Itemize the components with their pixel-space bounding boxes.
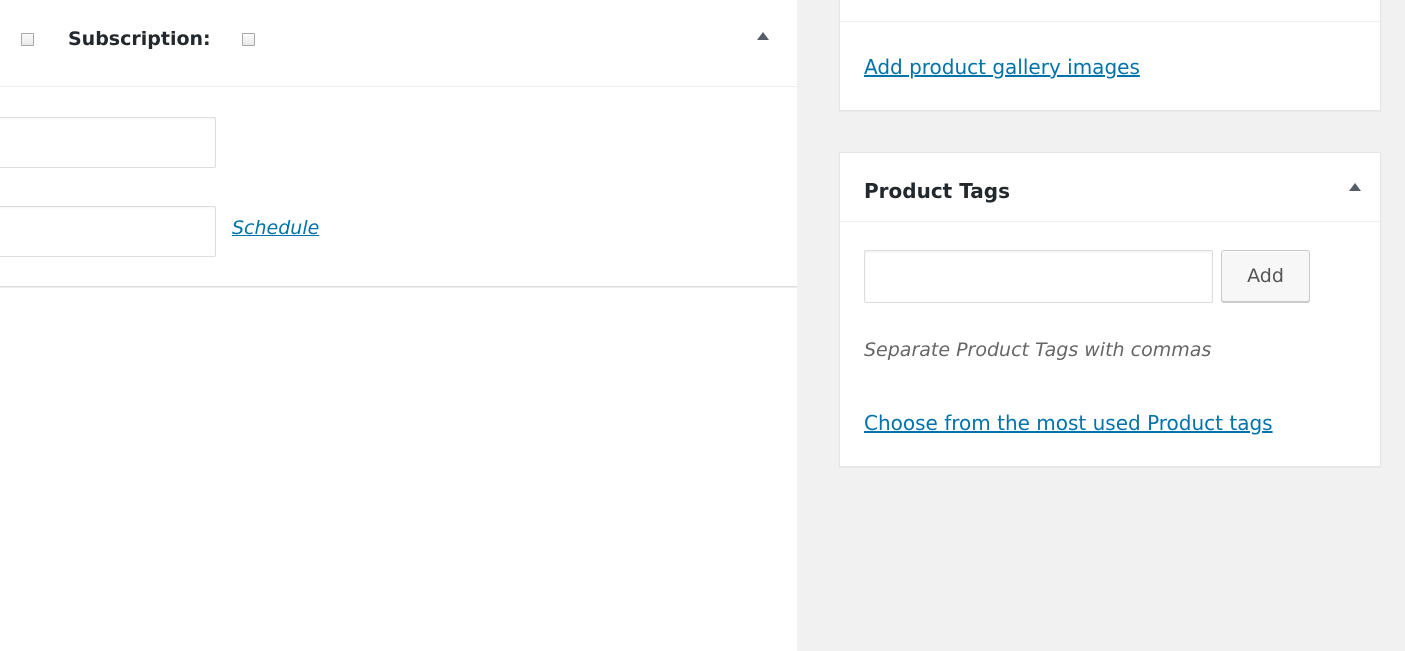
product-tags-input[interactable] [864,250,1213,303]
sale-price-input[interactable] [0,206,216,257]
virtual-checkbox[interactable] [21,33,34,46]
product-data-panel: Subscription: Schedule [0,0,797,651]
collapse-triangle-icon[interactable] [1349,183,1361,191]
add-tag-button[interactable]: Add [1221,250,1310,302]
schedule-link[interactable]: Schedule [232,215,319,241]
collapse-triangle-icon[interactable] [757,32,769,40]
product-tags-help-text: Separate Product Tags with commas [864,339,1212,361]
product-tags-header[interactable]: Product Tags [840,153,1380,222]
subscription-checkbox[interactable] [242,33,255,46]
product-tags-title: Product Tags [864,179,1010,203]
gallery-box-divider [840,21,1380,22]
panel-divider [0,286,797,288]
price-input[interactable] [0,117,216,168]
product-data-header: Subscription: [0,0,797,87]
add-gallery-images-link[interactable]: Add product gallery images [864,53,1140,81]
product-gallery-box: Add product gallery images [839,0,1381,111]
product-tags-box: Product Tags Add Separate Product Tags w… [839,152,1381,467]
most-used-tags-link[interactable]: Choose from the most used Product tags [864,409,1273,437]
subscription-label: Subscription: [68,28,211,50]
